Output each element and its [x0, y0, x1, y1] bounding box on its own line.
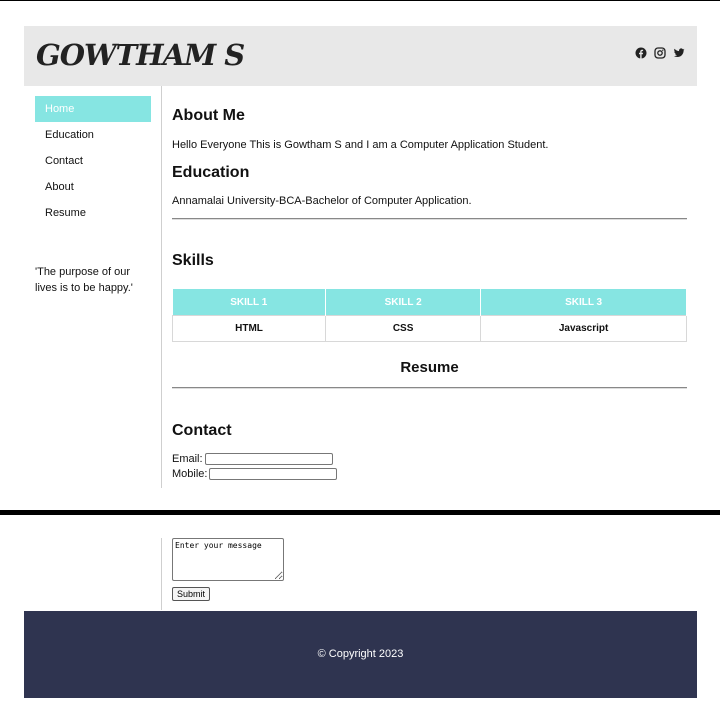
email-label: Email: [172, 453, 203, 465]
mobile-row: Mobile: [172, 468, 338, 480]
skills-header-2: SKILL 2 [325, 289, 482, 316]
message-textarea[interactable]: Enter your message [172, 538, 284, 581]
facebook-icon[interactable] [635, 47, 647, 59]
site-logo[interactable]: GOWTHAM S [36, 38, 245, 72]
nav-education[interactable]: Education [35, 122, 151, 148]
education-heading: Education [172, 164, 250, 181]
sidebar-quote: 'The purpose of our lives is to be happy… [35, 266, 133, 294]
about-text: Hello Everyone This is Gowtham S and I a… [172, 139, 549, 151]
sidebar-nav: Home Education Contact About Resume [35, 96, 151, 226]
copyright-text: © Copyright 2023 [317, 648, 404, 660]
skill-cell-1: HTML [171, 315, 327, 342]
resume-heading: Resume [400, 359, 459, 376]
section-divider [172, 218, 687, 220]
twitter-icon[interactable] [673, 47, 685, 59]
skills-header-1: SKILL 1 [172, 289, 327, 316]
site-footer: © Copyright 2023 [24, 611, 697, 698]
nav-contact[interactable]: Contact [35, 148, 151, 174]
email-field[interactable] [204, 453, 333, 465]
mobile-label: Mobile: [172, 468, 208, 480]
contact-heading: Contact [172, 422, 232, 439]
skill-cell-2: CSS [325, 315, 482, 342]
nav-home[interactable]: Home [35, 96, 151, 122]
section-divider [172, 387, 687, 389]
education-text: Annamalai University-BCA-Bachelor of Com… [172, 195, 472, 207]
email-row: Email: [172, 453, 333, 465]
sidebar-divider-lower [161, 538, 162, 610]
skill-cell-3: Javascript [480, 315, 687, 342]
social-links [635, 47, 685, 59]
instagram-icon[interactable] [654, 47, 666, 59]
nav-resume[interactable]: Resume [35, 200, 151, 226]
screenshot-seam [0, 510, 720, 515]
nav-about[interactable]: About [35, 174, 151, 200]
site-header: GOWTHAM S [24, 26, 697, 86]
mobile-field[interactable] [209, 468, 338, 480]
top-border [0, 0, 720, 1]
skills-table: SKILL 1 SKILL 2 SKILL 3 HTML CSS Javascr… [171, 289, 687, 342]
skills-heading: Skills [172, 252, 214, 269]
skills-header-3: SKILL 3 [480, 289, 687, 316]
about-heading: About Me [172, 107, 245, 124]
sidebar-divider [161, 86, 162, 488]
submit-button[interactable]: Submit [172, 587, 211, 601]
table-row: HTML CSS Javascript [171, 315, 687, 342]
